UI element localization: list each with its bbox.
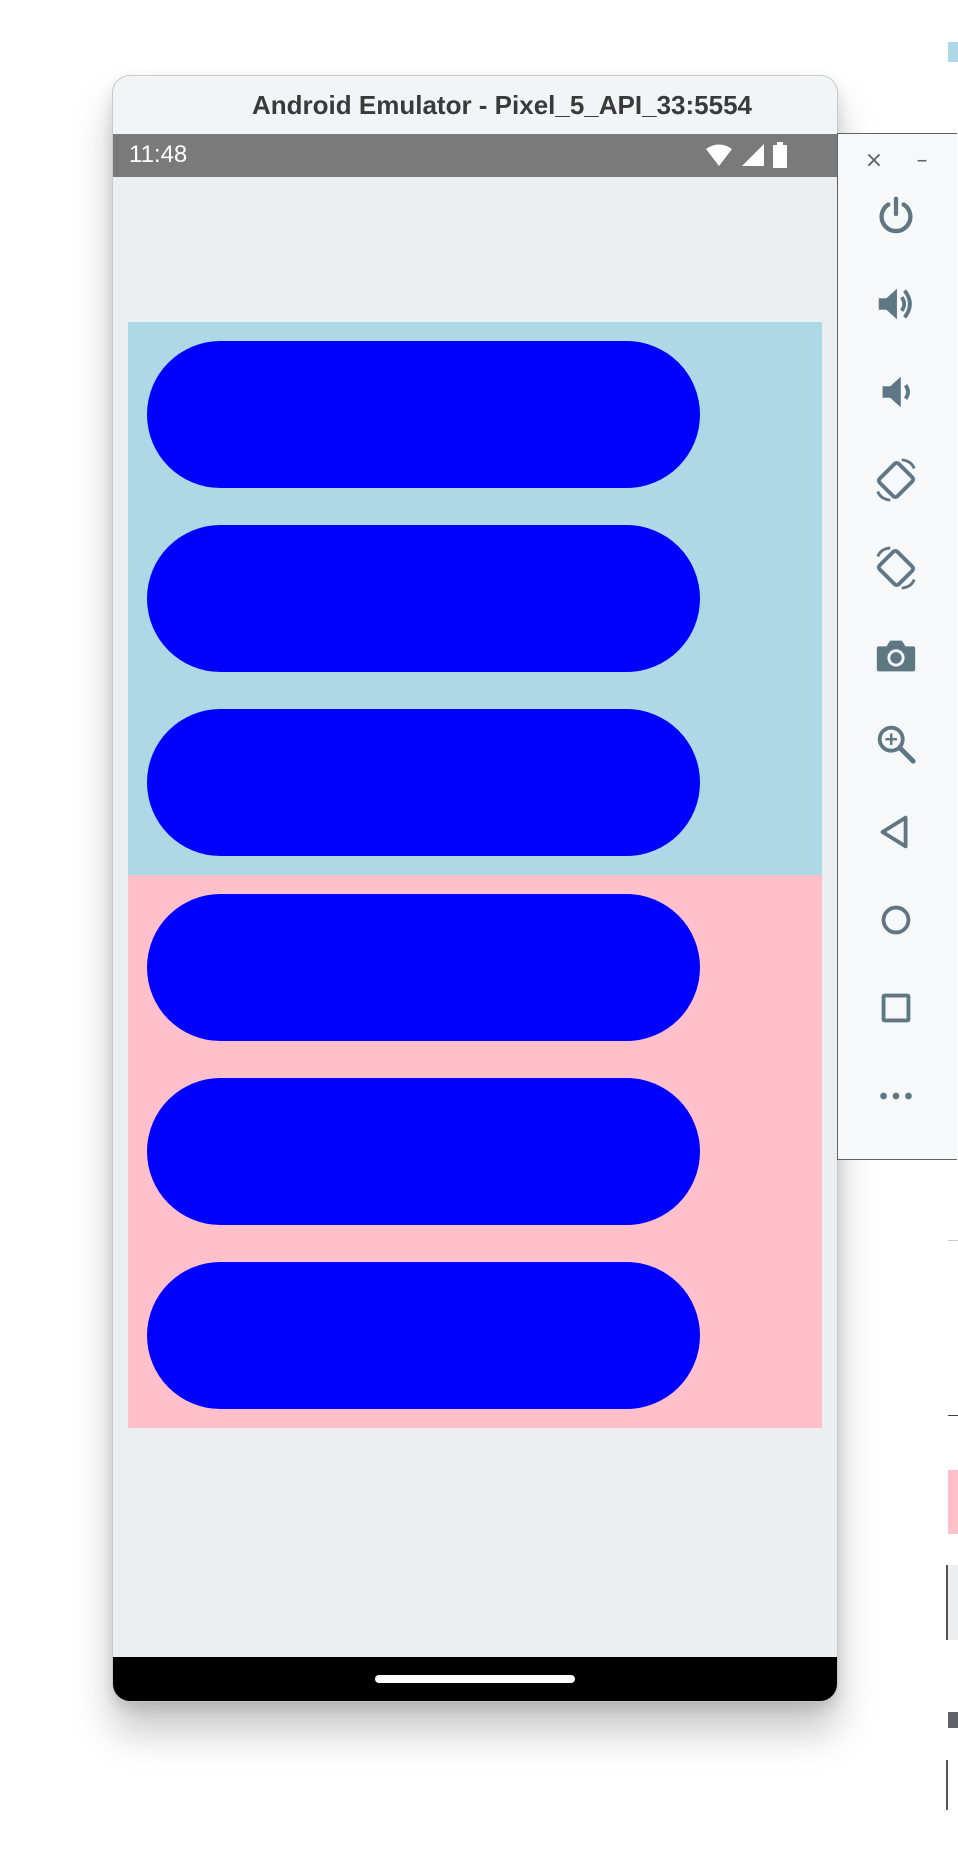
back-button[interactable] xyxy=(868,804,924,860)
more-icon xyxy=(880,1092,912,1100)
back-icon xyxy=(880,815,908,849)
status-bar: 11:48 xyxy=(113,134,837,177)
volume-up-button[interactable] xyxy=(868,276,924,332)
volume-down-button[interactable] xyxy=(868,364,924,420)
blue-section xyxy=(128,322,822,875)
more-button[interactable] xyxy=(868,1068,924,1124)
volume-up-icon xyxy=(878,288,912,320)
pill-button[interactable] xyxy=(147,341,700,488)
emulator-titlebar[interactable]: Android Emulator - Pixel_5_API_33:5554 xyxy=(113,76,837,134)
background-window-strip-cyan xyxy=(948,42,958,62)
power-icon xyxy=(879,196,913,234)
emulator-toolbar: × – xyxy=(837,133,957,1160)
pill-button[interactable] xyxy=(147,894,700,1041)
background-window-strip-gray-2 xyxy=(948,1415,958,1416)
pill-button[interactable] xyxy=(147,1262,700,1409)
cell-signal-icon xyxy=(741,143,765,167)
background-window-strip-gray-4 xyxy=(948,1712,958,1728)
home-button[interactable] xyxy=(868,892,924,948)
camera-icon xyxy=(876,640,916,672)
battery-icon xyxy=(773,142,787,168)
overview-icon xyxy=(881,993,911,1023)
pill-button[interactable] xyxy=(147,525,700,672)
power-button[interactable] xyxy=(868,188,924,244)
background-window-strip-pink xyxy=(948,1470,958,1534)
background-window-strip-gray-5 xyxy=(946,1760,958,1810)
close-icon[interactable]: × xyxy=(862,148,886,173)
camera-button[interactable] xyxy=(868,628,924,684)
emulator-window: Android Emulator - Pixel_5_API_33:5554 1… xyxy=(112,75,838,1702)
rotate-right-button[interactable] xyxy=(868,540,924,596)
device-screen[interactable]: 11:48 xyxy=(113,134,837,1701)
pink-section xyxy=(128,875,822,1428)
rotate-left-icon xyxy=(876,458,916,502)
home-gesture-handle[interactable] xyxy=(375,1675,575,1683)
status-time: 11:48 xyxy=(129,141,188,168)
volume-down-icon xyxy=(882,376,910,408)
pill-button[interactable] xyxy=(147,1078,700,1225)
background-window-strip-gray-3 xyxy=(946,1565,958,1640)
minimize-icon[interactable]: – xyxy=(910,148,934,173)
overview-button[interactable] xyxy=(868,980,924,1036)
pill-button[interactable] xyxy=(147,709,700,856)
zoom-button[interactable] xyxy=(868,716,924,772)
wifi-icon xyxy=(705,143,733,167)
home-icon xyxy=(881,905,911,935)
rotate-right-icon xyxy=(876,546,916,590)
emulator-title: Android Emulator - Pixel_5_API_33:5554 xyxy=(252,89,752,120)
background-window-strip-gray-1 xyxy=(948,1240,958,1241)
navigation-bar xyxy=(113,1657,837,1701)
zoom-icon xyxy=(877,725,916,764)
app-content xyxy=(113,177,837,1657)
rotate-left-button[interactable] xyxy=(868,452,924,508)
toolbar-header: × – xyxy=(838,134,957,188)
status-icons xyxy=(705,142,787,168)
